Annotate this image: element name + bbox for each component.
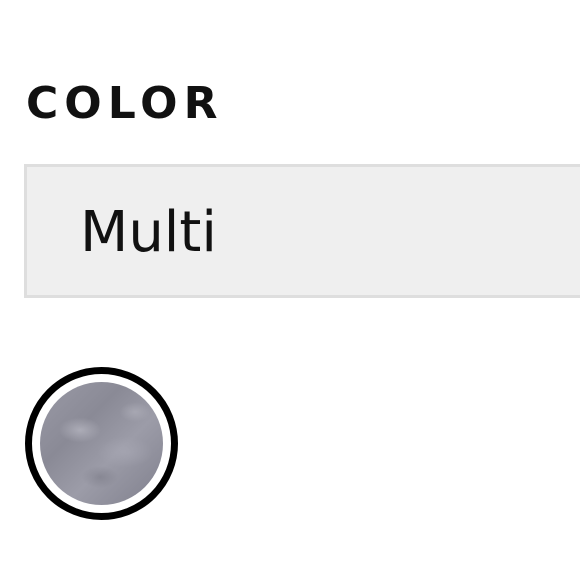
marbled-gray-swatch-icon <box>40 382 163 505</box>
color-option-heading: COLOR <box>26 78 224 129</box>
selected-color-value: Multi <box>80 200 217 265</box>
selected-color-display: Multi <box>24 164 580 298</box>
color-swatch-multi[interactable] <box>25 367 178 520</box>
